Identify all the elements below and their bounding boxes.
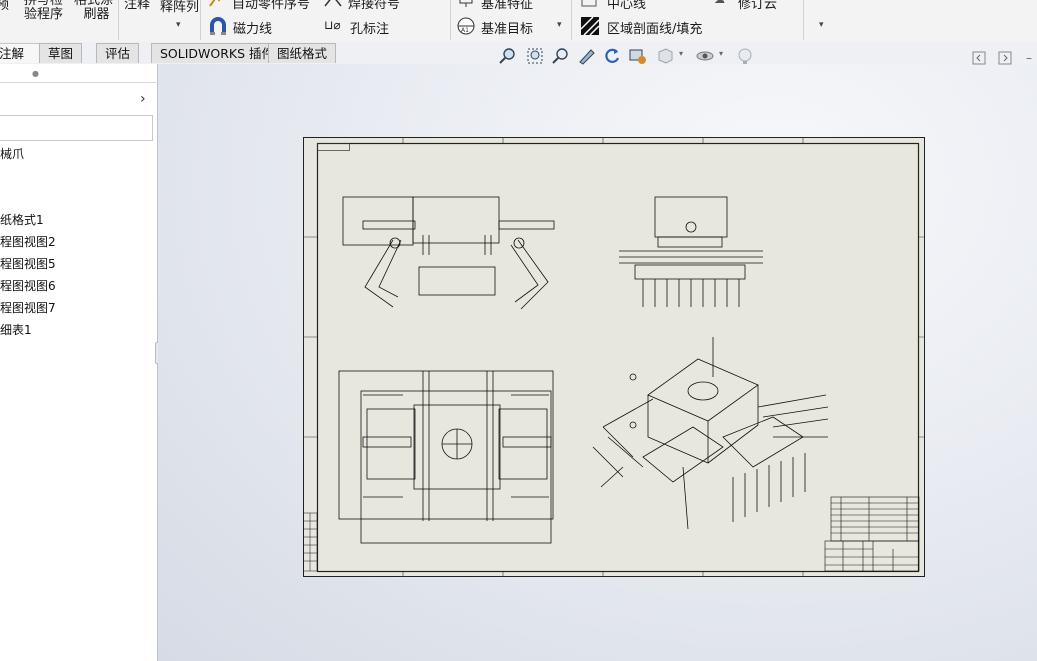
previous-view-icon[interactable] bbox=[551, 46, 571, 66]
command-manager-tabs: 注解 草图 评估 SOLIDWORKS 插件 图纸格式 bbox=[0, 42, 1037, 64]
ribbon-divider bbox=[200, 0, 201, 40]
zoom-area-icon[interactable] bbox=[525, 46, 545, 66]
tree-item-bom-table[interactable]: 细表1 bbox=[0, 321, 32, 338]
tab-annotation[interactable]: 注解 bbox=[0, 43, 41, 63]
spell-checker-button[interactable]: 拼写检 验程序 bbox=[24, 0, 63, 22]
tab-sheet-format[interactable]: 图纸格式 bbox=[268, 43, 337, 63]
datum-target-icon: A1 bbox=[457, 17, 475, 35]
tile-left-icon[interactable] bbox=[972, 51, 986, 65]
tile-right-icon[interactable] bbox=[998, 51, 1012, 65]
panel-handle-icon[interactable]: ● bbox=[32, 69, 39, 78]
note-array-button[interactable]: 释阵列 bbox=[160, 0, 199, 15]
minimize-icon[interactable]: – bbox=[1026, 51, 1032, 65]
tab-evaluate[interactable]: 评估 bbox=[96, 43, 140, 63]
chevron-right-icon[interactable]: › bbox=[140, 91, 146, 107]
sheet-border bbox=[303, 137, 925, 577]
note-array-dropdown-icon[interactable]: ▾ bbox=[176, 20, 181, 30]
preview-label[interactable]: 预 bbox=[0, 0, 9, 13]
tab-solidworks-addins[interactable]: SOLIDWORKS 插件 bbox=[151, 43, 284, 63]
appearance-icon[interactable] bbox=[735, 46, 755, 66]
revision-cloud-icon: ☁ bbox=[714, 0, 725, 6]
svg-text:A1: A1 bbox=[461, 27, 469, 34]
display-style-dropdown-icon[interactable]: ▾ bbox=[679, 49, 683, 58]
datum-feature-icon bbox=[459, 0, 473, 7]
panel-tabs-strip: ● bbox=[0, 68, 156, 83]
tree-item-drawing-view-2[interactable]: 程图视图2 bbox=[0, 233, 56, 250]
filter-input[interactable] bbox=[0, 115, 153, 141]
ribbon-divider bbox=[450, 0, 451, 40]
datum-dropdown-icon[interactable]: ▾ bbox=[557, 20, 562, 30]
centerline-icon bbox=[581, 0, 597, 7]
weld-symbol-icon bbox=[324, 0, 342, 7]
format-painter-label-2: 刷器 bbox=[83, 7, 110, 22]
tree-item-drawing-view-7[interactable]: 程图视图7 bbox=[0, 299, 56, 316]
zoom-to-fit-icon[interactable] bbox=[498, 46, 518, 66]
feature-manager-panel: ● › 械爪 纸格式1 程图视图2 程图视图5 程图视图6 程图视图7 细表1 bbox=[0, 64, 165, 661]
rotate-icon[interactable] bbox=[602, 46, 622, 66]
datum-target-button[interactable]: 基准目标 bbox=[481, 18, 533, 37]
hatch-icon bbox=[580, 16, 600, 36]
datum-feature-button[interactable]: 基准特征 bbox=[481, 0, 533, 12]
ribbon-divider bbox=[803, 0, 804, 40]
view-orientation-icon[interactable] bbox=[628, 46, 648, 66]
hide-show-icon[interactable] bbox=[695, 46, 715, 66]
tree-item-drawing-view-5[interactable]: 程图视图5 bbox=[0, 255, 56, 272]
spell-checker-label-2: 验程序 bbox=[24, 7, 64, 22]
ribbon-divider bbox=[571, 0, 572, 40]
auto-balloon-icon bbox=[209, 0, 221, 7]
hole-callout-button[interactable]: 孔标注 bbox=[350, 18, 389, 37]
drawing-sheet[interactable] bbox=[303, 137, 926, 578]
tab-sketch[interactable]: 草图 bbox=[39, 43, 83, 63]
ribbon-divider bbox=[118, 0, 119, 40]
area-hatch-button[interactable]: 区域剖面线/填充 bbox=[607, 18, 702, 37]
auto-balloon-button[interactable]: 自动零件序号 bbox=[232, 0, 310, 12]
tree-item-sheet-format[interactable]: 纸格式1 bbox=[0, 211, 44, 228]
note-button[interactable]: 注释 bbox=[124, 0, 150, 12]
format-painter-button[interactable]: 格式涂 刷器 bbox=[74, 0, 113, 22]
hide-show-dropdown-icon[interactable]: ▾ bbox=[719, 49, 723, 58]
display-style-icon[interactable] bbox=[655, 46, 675, 66]
ribbon-overflow-dropdown-icon[interactable]: ▾ bbox=[819, 20, 824, 30]
tree-item-drawing-view-6[interactable]: 程图视图6 bbox=[0, 277, 56, 294]
section-view-icon[interactable] bbox=[577, 46, 597, 66]
weld-symbol-button[interactable]: 焊接符号 bbox=[348, 0, 400, 12]
revision-cloud-button[interactable]: 修订云 bbox=[738, 0, 777, 12]
hole-callout-icon: ⊔⌀ bbox=[324, 18, 341, 32]
command-ribbon: 预 拼写检 验程序 格式涂 刷器 注释 释阵列 ▾ 自动零件序号 磁力线 焊接符… bbox=[0, 0, 1037, 43]
magnet-icon bbox=[210, 17, 226, 35]
centerline-button[interactable]: 中心线 bbox=[607, 0, 646, 12]
tree-root-label[interactable]: 械爪 bbox=[0, 145, 24, 162]
magnetic-line-button[interactable]: 磁力线 bbox=[233, 18, 272, 37]
